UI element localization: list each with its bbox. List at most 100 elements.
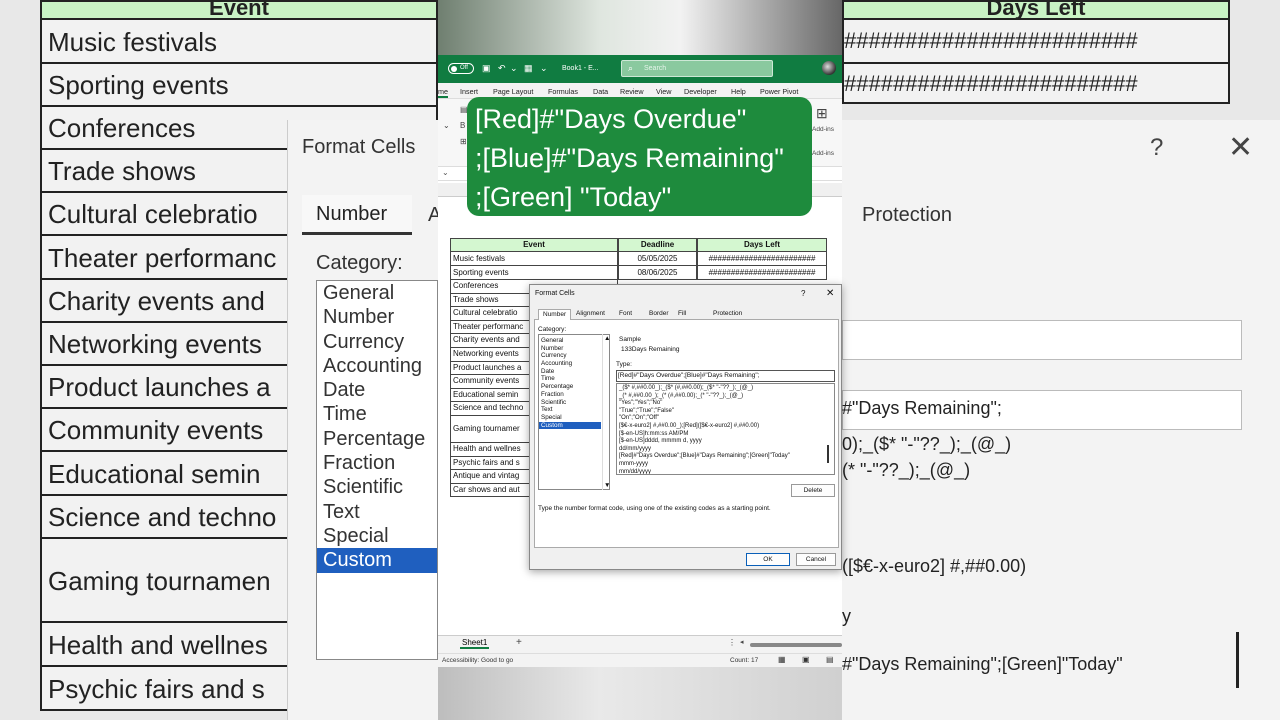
category-item-number[interactable]: Number [539, 345, 601, 353]
table-cell[interactable]: ######################## [697, 266, 827, 280]
bg-category-item: Scientific [323, 476, 404, 499]
add-ins-label: Add-ins [812, 126, 835, 133]
chevron-down-icon[interactable]: ⌄ [510, 63, 518, 73]
bg-list-text: (* "-"??_);_(@_) [842, 460, 971, 480]
ribbon-tab-view[interactable]: View [656, 87, 671, 96]
delete-button[interactable]: Delete [791, 484, 835, 497]
category-item-scientific[interactable]: Scientific [539, 399, 601, 407]
category-item-general[interactable]: General [539, 337, 601, 345]
type-input[interactable]: [Red]#"Days Overdue";[Blue]#"Days Remain… [616, 370, 835, 382]
ribbon-tab-review[interactable]: Review [620, 87, 644, 96]
ribbon-tab-insert[interactable]: Insert [460, 87, 478, 96]
table-cell[interactable]: Sporting events [450, 266, 618, 280]
tab-protection[interactable]: Protection [709, 309, 746, 320]
type-list-item[interactable]: "On";"On";"Off" [619, 415, 832, 423]
ribbon-tab-developer[interactable]: Developer [684, 87, 717, 96]
category-item-time[interactable]: Time [539, 375, 601, 383]
search-box[interactable]: ⌕ Search [621, 60, 773, 77]
scroll-down-icon[interactable]: ▼ [604, 482, 610, 489]
type-list-item[interactable]: dd/mm/yyyy [619, 446, 832, 454]
tab-font[interactable]: Font [615, 309, 636, 320]
bg-dialog-title: Format Cells [302, 136, 416, 158]
type-list-item[interactable]: "True";"True";"False" [619, 408, 832, 416]
category-list: General Number Currency Accounting Date Time P… [538, 334, 610, 490]
category-item-custom[interactable]: Custom [539, 421, 601, 430]
scroll-up-icon[interactable]: ▲ [604, 335, 610, 342]
category-item-special[interactable]: Special [539, 414, 601, 422]
accessibility-status[interactable]: Accessibility: Good to go [442, 657, 513, 664]
search-icon: ⌕ [628, 63, 634, 73]
add-ins-label-2: Add-ins [812, 150, 835, 157]
ribbon-tab-data[interactable]: Data [593, 87, 608, 96]
bg-hash-row: ######################## [842, 64, 1230, 104]
caption-line-2: ;[Blue]#"Days Remaining" [475, 143, 784, 173]
type-list-item[interactable]: [$-en-US]dddd, mmmm d, yyyy [619, 438, 832, 446]
category-item-fraction[interactable]: Fraction [539, 391, 601, 399]
page-layout-icon[interactable]: ▣ [802, 655, 810, 664]
count-status: Count: 17 [730, 657, 759, 664]
tab-alignment[interactable]: Alignment [572, 309, 609, 320]
ribbon-tab-help[interactable]: Help [731, 87, 746, 96]
avatar[interactable] [822, 61, 836, 75]
page-break-icon[interactable]: ▤ [826, 655, 834, 664]
tab-border[interactable]: Border [645, 309, 673, 320]
type-list-scrollbar[interactable] [827, 445, 829, 463]
undo-icon[interactable]: ↶ [498, 63, 506, 73]
category-item-percentage[interactable]: Percentage [539, 383, 601, 391]
column-header: Deadline [618, 238, 697, 252]
column-header: Event [450, 238, 618, 252]
autosave-toggle[interactable]: Off [448, 63, 474, 74]
type-list-item[interactable]: _(* #,##0.00_);_(* (#,##0.00);_(* "-"??_… [619, 393, 832, 401]
cancel-button[interactable]: Cancel [796, 553, 836, 566]
chevron-down-icon[interactable]: ⌄ [443, 121, 450, 130]
category-item-currency[interactable]: Currency [539, 352, 601, 360]
bottom-blur [438, 667, 842, 720]
stage: Event Music festivals Sporting events Conf… [0, 0, 1280, 720]
save-icon[interactable]: ▣ [482, 63, 491, 73]
category-item-text[interactable]: Text [539, 406, 601, 414]
type-hint: Type the number format code, using one o… [538, 505, 771, 512]
bold-icon[interactable]: B [460, 121, 465, 130]
bg-tab-number: Number [302, 195, 412, 235]
tab-fill[interactable]: Fill [674, 309, 690, 320]
table-icon[interactable]: ▦ [524, 63, 533, 73]
bg-category-item: Date [323, 379, 366, 402]
type-list-item[interactable]: [$€-x-euro2] #,##0.00_);[Red]([$€-x-euro… [619, 423, 832, 431]
horizontal-scrollbar[interactable] [750, 643, 842, 647]
table-cell[interactable]: 08/06/2025 [618, 266, 697, 280]
scroll-left-icon[interactable]: ◂ [740, 638, 744, 646]
sheet-tab-bar: Sheet1 + ⋮ ◂ [438, 635, 842, 653]
customize-icon[interactable]: ⌄ [540, 63, 548, 73]
type-list-item[interactable]: [$-en-US]h:mm:ss AM/PM [619, 431, 832, 439]
format-cells-dialog: Format Cells ? ✕ Number Alignment Font Bord… [529, 284, 842, 570]
ribbon-tab-power-pivot[interactable]: Power Pivot [760, 87, 798, 96]
borders-icon[interactable]: ⊞ [460, 137, 467, 146]
bg-list-text: ([$€-x-euro2] #,##0.00) [842, 556, 1027, 576]
table-cell[interactable]: 05/05/2025 [618, 252, 697, 266]
type-list-item[interactable]: _($* #,##0.00_);_($* (#,##0.00);_($* "-"… [619, 385, 832, 393]
bg-category-item: Fraction [323, 452, 396, 475]
chevron-down-icon[interactable]: ⌄ [442, 168, 449, 177]
add-sheet-icon[interactable]: + [516, 637, 522, 648]
normal-view-icon[interactable]: ▦ [778, 655, 786, 664]
type-list-item[interactable]: mmm-yyyy [619, 461, 832, 469]
ribbon-tab-formulas[interactable]: Formulas [548, 87, 578, 96]
type-list-item[interactable]: [Red]#"Days Overdue";[Blue]#"Days Remain… [619, 453, 832, 461]
ok-button[interactable]: OK [746, 553, 790, 566]
background-right: Days Left ######################## #####… [842, 0, 1280, 720]
type-list-item[interactable]: "Yes";"Yes";"No" [619, 400, 832, 408]
table-cell[interactable]: Music festivals [450, 252, 618, 266]
category-scrollbar[interactable]: ▲ ▼ [602, 334, 610, 490]
table-cell[interactable]: ######################## [697, 252, 827, 266]
ribbon-tab-me[interactable]: me [438, 87, 448, 98]
category-item-accounting[interactable]: Accounting [539, 360, 601, 368]
sheet-tab[interactable]: Sheet1 [460, 638, 490, 649]
help-icon[interactable]: ? [801, 289, 805, 298]
close-icon[interactable]: ✕ [826, 288, 834, 299]
more-icon[interactable]: ⋮ [728, 638, 736, 647]
category-item-date[interactable]: Date [539, 368, 601, 376]
format-code-caption: [Red]#"Days Overdue" ;[Blue]#"Days Remai… [467, 97, 812, 216]
type-list-item[interactable]: mm/dd/yyyy [619, 469, 832, 474]
ribbon-tab-page-layout[interactable]: Page Layout [493, 87, 533, 96]
add-ins-icon[interactable]: ⊞ [816, 105, 828, 122]
